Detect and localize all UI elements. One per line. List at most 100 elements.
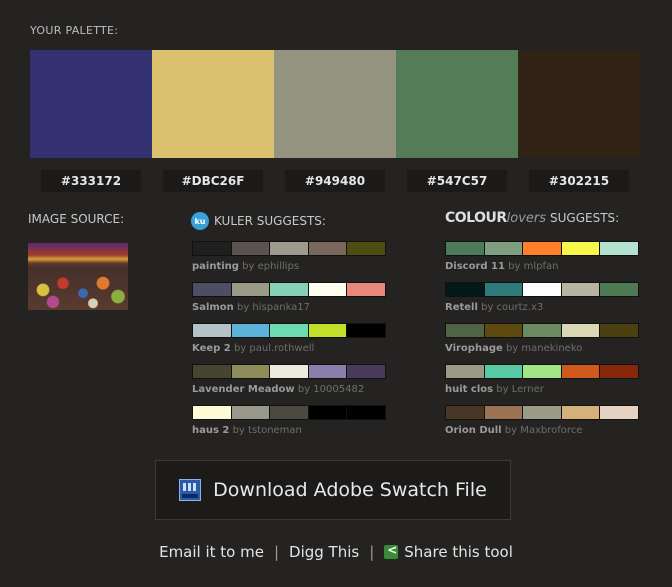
download-swatch-label: Download Adobe Swatch File [213,479,487,501]
suggestion-name[interactable]: Lavender Meadow [192,384,295,395]
suggestion-color-4 [561,406,601,419]
colourlovers-suggestion-4[interactable]: huit clos by Lerner [445,364,639,405]
suggestion-color-2 [484,365,524,378]
kuler-suggestions: painting by ephillips Salmon by hispanka1… [192,241,386,446]
suggestion-author[interactable]: by paul.rothwell [234,343,314,354]
suggestion-author[interactable]: by Lerner [496,384,544,395]
share-link[interactable]: Share this tool [404,543,513,561]
suggestion-author[interactable]: by 10005482 [298,384,364,395]
colourlovers-suggestion-2[interactable]: Retell by courtz.x3 [445,282,639,323]
kuler-suggestion-3[interactable]: Keep 2 by paul.rothwell [192,323,386,364]
suggestion-color-4 [561,242,601,255]
kuler-logo-icon: ku [191,212,209,230]
suggestion-palette-bar[interactable] [445,405,639,420]
suggestion-author[interactable]: by Maxbroforce [505,425,583,436]
suggestion-color-4 [308,242,348,255]
suggestion-name[interactable]: huit clos [445,384,493,395]
digg-link[interactable]: Digg This [289,543,359,561]
kuler-suggestion-5[interactable]: haus 2 by tstoneman [192,405,386,446]
hex-code-3[interactable]: #949480 [285,170,385,192]
suggestion-color-5 [347,283,385,296]
suggestion-color-1 [446,283,485,296]
suggestion-color-4 [561,324,601,337]
email-link[interactable]: Email it to me [159,543,264,561]
hex-code-1[interactable]: #333172 [41,170,141,192]
colourlovers-brand-light: lovers [506,211,547,226]
palette-swatch-1 [30,50,152,158]
suggestion-label: haus 2 by tstoneman [192,425,386,436]
suggestion-label: Discord 11 by mlpfan [445,261,639,272]
suggestion-name[interactable]: Virophage [445,343,503,354]
suggestion-label: painting by ephillips [192,261,386,272]
suggestion-color-1 [446,242,485,255]
suggestion-color-3 [270,242,309,255]
suggestion-color-2 [484,324,524,337]
share-icon [384,543,399,559]
download-swatch-button[interactable]: Download Adobe Swatch File [155,460,511,520]
suggestion-palette-bar[interactable] [192,282,386,297]
colourlovers-suggestion-3[interactable]: Virophage by manekineko [445,323,639,364]
colourlovers-suggestion-5[interactable]: Orion Dull by Maxbroforce [445,405,639,446]
colourlovers-suggestion-1[interactable]: Discord 11 by mlpfan [445,241,639,282]
suggestion-color-4 [308,324,348,337]
suggestion-author[interactable]: by ephillips [242,261,299,272]
suggestion-name[interactable]: Orion Dull [445,425,502,436]
suggestion-color-2 [231,324,271,337]
suggestion-name[interactable]: Keep 2 [192,343,231,354]
suggestion-color-3 [270,406,309,419]
suggestion-palette-bar[interactable] [192,241,386,256]
suggestion-palette-bar[interactable] [192,364,386,379]
suggestion-author[interactable]: by tstoneman [233,425,302,436]
suggestion-palette-bar[interactable] [192,323,386,338]
suggestion-color-3 [523,242,562,255]
suggestion-color-2 [231,365,271,378]
suggestion-palette-bar[interactable] [445,241,639,256]
image-source-thumbnail[interactable] [28,243,128,310]
suggestion-color-1 [193,324,232,337]
suggestion-color-3 [523,324,562,337]
suggestion-author[interactable]: by manekineko [506,343,582,354]
suggestion-name[interactable]: Discord 11 [445,261,505,272]
palette-heading: YOUR PALETTE: [30,24,119,37]
suggestion-name[interactable]: painting [192,261,239,272]
kuler-suggestion-2[interactable]: Salmon by hispanka17 [192,282,386,323]
kuler-suggestion-4[interactable]: Lavender Meadow by 10005482 [192,364,386,405]
suggestion-color-5 [347,365,385,378]
suggestion-color-4 [561,283,601,296]
suggestion-label: Orion Dull by Maxbroforce [445,425,639,436]
suggestion-author[interactable]: by courtz.x3 [481,302,543,313]
suggestion-color-2 [484,242,524,255]
suggestion-palette-bar[interactable] [445,364,639,379]
suggestion-color-2 [231,242,271,255]
suggestion-color-4 [561,365,601,378]
suggestion-color-2 [484,283,524,296]
suggestion-color-5 [600,324,638,337]
suggestion-color-5 [347,324,385,337]
hex-code-4[interactable]: #547C57 [407,170,507,192]
suggestion-color-5 [600,283,638,296]
suggestion-author[interactable]: by mlpfan [508,261,558,272]
hex-code-5[interactable]: #302215 [529,170,629,192]
suggestion-palette-bar[interactable] [445,323,639,338]
kuler-suggestion-1[interactable]: painting by ephillips [192,241,386,282]
image-source-title: IMAGE SOURCE: [28,212,125,226]
palette-swatch-2 [152,50,274,158]
suggestion-author[interactable]: by hispanka17 [237,302,310,313]
suggestion-color-3 [523,365,562,378]
suggestion-color-1 [193,283,232,296]
suggestion-name[interactable]: Salmon [192,302,234,313]
suggestion-palette-bar[interactable] [192,405,386,420]
suggestion-color-2 [231,406,271,419]
footer-separator-1: | [273,543,280,561]
suggestion-name[interactable]: Retell [445,302,478,313]
suggestion-color-2 [231,283,271,296]
palette-swatch-5 [518,50,640,158]
suggestion-color-1 [193,406,232,419]
suggestion-label: Retell by courtz.x3 [445,302,639,313]
hex-code-2[interactable]: #DBC26F [163,170,263,192]
suggestion-palette-bar[interactable] [445,282,639,297]
suggestion-label: Lavender Meadow by 10005482 [192,384,386,395]
suggestion-name[interactable]: haus 2 [192,425,229,436]
suggestion-color-3 [270,365,309,378]
suggestion-color-2 [484,406,524,419]
